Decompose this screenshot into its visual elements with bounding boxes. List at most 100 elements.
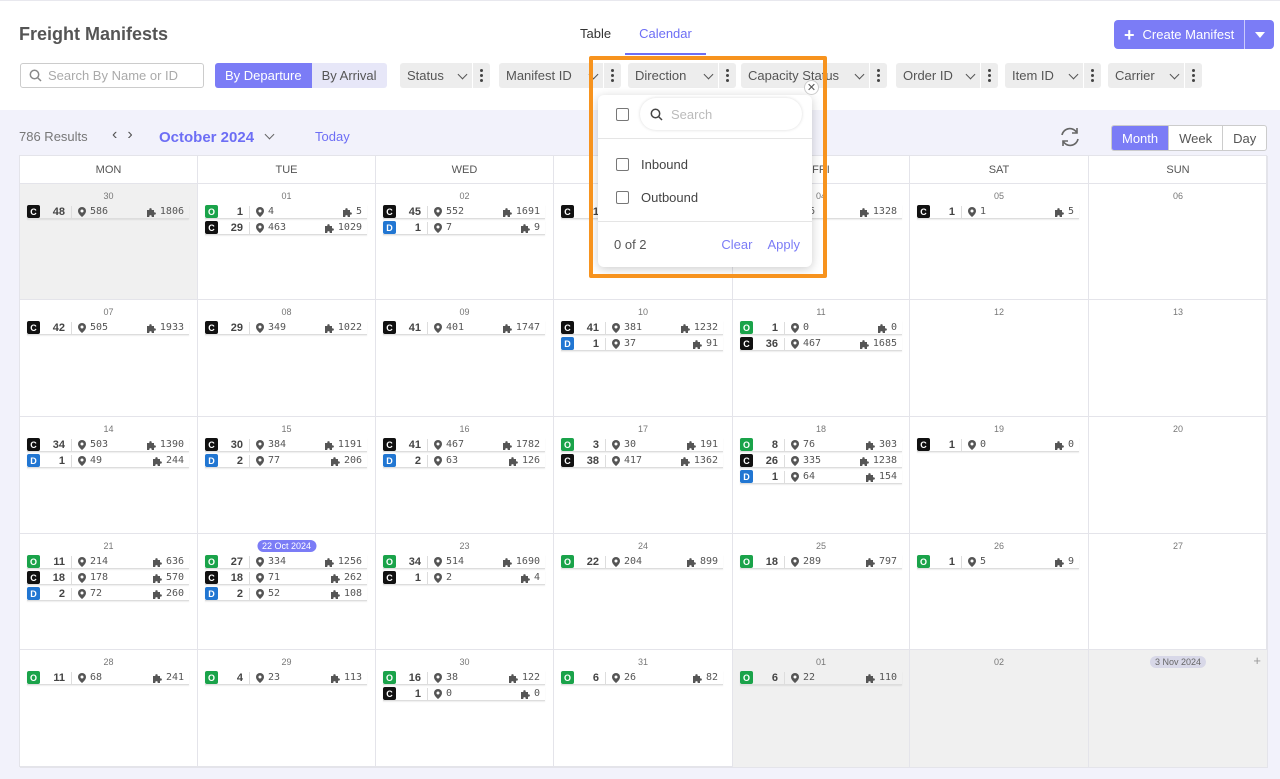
day-cell[interactable]: 22 Oct 2024 O 27 334 1256 C 18 71 262 D 2 52 108 bbox=[198, 534, 376, 650]
manifest-summary-row[interactable]: C 38 417 1362 bbox=[561, 454, 723, 468]
manifest-summary-row[interactable]: O 4 23 113 bbox=[205, 671, 367, 685]
manifest-summary-row[interactable]: C 29 349 1022 bbox=[205, 321, 367, 335]
manifest-summary-row[interactable]: O 11 68 241 bbox=[27, 671, 189, 685]
popup-search-input[interactable]: Search bbox=[640, 98, 802, 130]
manifest-summary-row[interactable]: C 26 335 1238 bbox=[740, 454, 902, 468]
manifest-summary-row[interactable]: O1 4 5 bbox=[205, 205, 367, 219]
day-cell[interactable]: 30 O 16 38 122 C 1 0 0 bbox=[376, 650, 554, 768]
today-button[interactable]: Today bbox=[315, 129, 350, 144]
day-cell[interactable]: 01 O 1 4 5 C 29 463 1029 bbox=[198, 184, 376, 300]
inbound-checkbox[interactable] bbox=[616, 158, 629, 171]
more-options-icon[interactable] bbox=[472, 63, 490, 88]
day-cell[interactable]: 28 O 11 68 241 bbox=[20, 650, 198, 768]
day-cell[interactable]: 14 C 34 503 1390 D 1 49 244 bbox=[20, 417, 198, 534]
day-cell[interactable]: 05 C 1 1 5 bbox=[910, 184, 1089, 300]
day-cell[interactable]: 08 C 29 349 1022 bbox=[198, 300, 376, 417]
manifest-summary-row[interactable]: O 8 76 303 bbox=[740, 438, 902, 452]
manifest-summary-row[interactable]: O 34 514 1690 bbox=[383, 555, 545, 569]
day-cell[interactable]: 27 bbox=[1089, 534, 1268, 650]
day-cell[interactable]: 13 bbox=[1089, 300, 1268, 417]
more-options-icon[interactable] bbox=[869, 63, 887, 88]
manifest-summary-row[interactable]: C 41 467 1782 bbox=[383, 438, 545, 452]
day-cell[interactable]: 3 Nov 2024 + bbox=[1089, 650, 1268, 768]
chevron-down-icon[interactable] bbox=[1169, 69, 1180, 79]
day-cell[interactable]: 25 O 18 289 797 bbox=[733, 534, 910, 650]
day-cell[interactable]: 20 bbox=[1089, 417, 1268, 534]
manifest-summary-row[interactable]: C 29 463 1029 bbox=[205, 221, 367, 235]
create-manifest-main[interactable]: + Create Manifest bbox=[1114, 20, 1244, 49]
day-cell[interactable]: 07 C 42 505 1933 bbox=[20, 300, 198, 417]
day-cell[interactable]: 11 O 1 0 0 C 36 467 1685 bbox=[733, 300, 910, 417]
manifest-summary-row[interactable]: C1 0 0 bbox=[383, 687, 545, 701]
manifest-summary-row[interactable]: O1 0 0 bbox=[740, 321, 902, 335]
add-event-icon[interactable]: + bbox=[1253, 653, 1261, 668]
by-arrival-button[interactable]: By Arrival bbox=[311, 63, 387, 88]
manifest-summary-row[interactable]: C 36 467 1685 bbox=[740, 337, 902, 351]
filter-item-id[interactable]: Item ID bbox=[1005, 63, 1101, 88]
day-cell[interactable]: 21 O 11 214 636 C 18 178 570 D 2 72 260 bbox=[20, 534, 198, 650]
manifest-summary-row[interactable]: D 1 37 91 bbox=[561, 337, 723, 351]
refresh-icon[interactable] bbox=[1058, 126, 1082, 148]
manifest-summary-row[interactable]: O 22 204 899 bbox=[561, 555, 723, 569]
manifest-summary-row[interactable]: C 41 401 1747 bbox=[383, 321, 545, 335]
manifest-summary-row[interactable]: C 18 178 570 bbox=[27, 571, 189, 585]
manifest-summary-row[interactable]: C 48 586 1806 bbox=[27, 205, 189, 219]
chevron-down-icon[interactable] bbox=[703, 69, 714, 79]
manifest-summary-row[interactable]: D 1 64 154 bbox=[740, 470, 902, 484]
more-options-icon[interactable] bbox=[1184, 63, 1202, 88]
chevron-down-icon[interactable] bbox=[1068, 69, 1079, 79]
day-cell[interactable]: 12 bbox=[910, 300, 1089, 417]
create-manifest-button[interactable]: + Create Manifest bbox=[1114, 20, 1274, 49]
day-cell[interactable]: 16 C 41 467 1782 D 2 63 126 bbox=[376, 417, 554, 534]
manifest-summary-row[interactable]: O 3 30 191 bbox=[561, 438, 723, 452]
view-day-button[interactable]: Day bbox=[1222, 126, 1266, 150]
manifest-summary-row[interactable]: O1 5 9 bbox=[917, 555, 1079, 569]
day-cell[interactable]: 17 O 3 30 191 C 38 417 1362 bbox=[554, 417, 733, 534]
day-cell[interactable]: 19 C 1 0 0 bbox=[910, 417, 1089, 534]
day-cell[interactable]: 26 O 1 5 9 bbox=[910, 534, 1089, 650]
next-month-icon[interactable]: › bbox=[127, 126, 132, 144]
tab-table[interactable]: Table bbox=[566, 15, 625, 55]
view-month-button[interactable]: Month bbox=[1112, 126, 1169, 150]
day-cell[interactable]: 15 C 30 384 1191 D 2 77 206 bbox=[198, 417, 376, 534]
filter-order-id[interactable]: Order ID bbox=[896, 63, 998, 88]
month-label[interactable]: October 2024 bbox=[159, 129, 254, 146]
manifest-summary-row[interactable]: C 42 505 1933 bbox=[27, 321, 189, 335]
day-cell[interactable]: 31 O 6 26 82 bbox=[554, 650, 733, 768]
manifest-summary-row[interactable]: C 45 552 1691 bbox=[383, 205, 545, 219]
clear-button[interactable]: Clear bbox=[721, 237, 752, 252]
manifest-summary-row[interactable]: D 1 49 244 bbox=[27, 454, 189, 468]
day-cell[interactable]: 29 O 4 23 113 bbox=[198, 650, 376, 768]
manifest-summary-row[interactable]: O 11 214 636 bbox=[27, 555, 189, 569]
manifest-summary-row[interactable]: C 18 71 262 bbox=[205, 571, 367, 585]
prev-month-icon[interactable]: ‹ bbox=[112, 126, 117, 144]
manifest-summary-row[interactable]: D1 7 9 bbox=[383, 221, 545, 235]
option-outbound[interactable]: Outbound bbox=[616, 190, 698, 205]
select-all-checkbox[interactable] bbox=[616, 108, 629, 121]
option-inbound[interactable]: Inbound bbox=[616, 157, 688, 172]
by-departure-button[interactable]: By Departure bbox=[215, 63, 312, 88]
manifest-summary-row[interactable]: D 2 72 260 bbox=[27, 587, 189, 601]
manifest-summary-row[interactable]: D 2 52 108 bbox=[205, 587, 367, 601]
manifest-summary-row[interactable]: O 6 22 110 bbox=[740, 671, 902, 685]
tab-calendar[interactable]: Calendar bbox=[625, 15, 706, 55]
day-cell[interactable]: 30 C 48 586 1806 bbox=[20, 184, 198, 300]
manifest-summary-row[interactable]: D 2 63 126 bbox=[383, 454, 545, 468]
create-manifest-dropdown[interactable] bbox=[1244, 20, 1274, 49]
more-options-icon[interactable] bbox=[1083, 63, 1101, 88]
day-cell[interactable]: 23 O 34 514 1690 C 1 2 4 bbox=[376, 534, 554, 650]
close-icon[interactable]: ✕ bbox=[804, 80, 819, 95]
more-options-icon[interactable] bbox=[718, 63, 736, 88]
manifest-summary-row[interactable]: C1 0 0 bbox=[917, 438, 1079, 452]
manifest-summary-row[interactable]: O 6 26 82 bbox=[561, 671, 723, 685]
search-input[interactable]: Search By Name or ID bbox=[20, 63, 204, 88]
filter-status[interactable]: Status bbox=[400, 63, 490, 88]
more-options-icon[interactable] bbox=[603, 63, 621, 88]
day-cell[interactable]: 24 O 22 204 899 bbox=[554, 534, 733, 650]
chevron-down-icon[interactable] bbox=[457, 69, 468, 79]
filter-manifest-id[interactable]: Manifest ID bbox=[499, 63, 621, 88]
day-cell[interactable]: 06 bbox=[1089, 184, 1268, 300]
day-cell[interactable]: 10 C 41 381 1232 D 1 37 91 bbox=[554, 300, 733, 417]
manifest-summary-row[interactable]: O 16 38 122 bbox=[383, 671, 545, 685]
manifest-summary-row[interactable]: O 18 289 797 bbox=[740, 555, 902, 569]
